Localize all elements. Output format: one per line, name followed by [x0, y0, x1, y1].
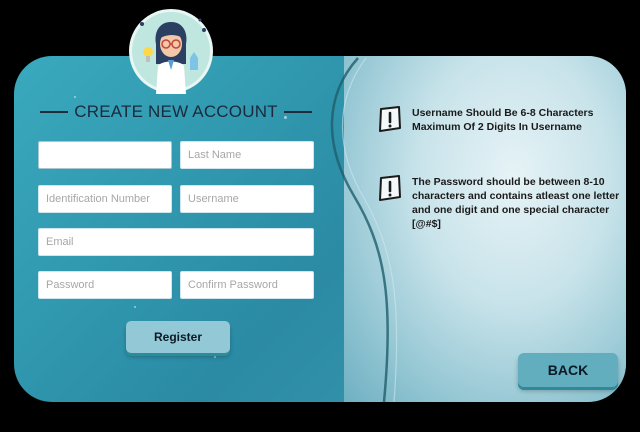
- background-speck: [74, 96, 76, 98]
- username-rule-text: Username Should Be 6-8 Characters Maximu…: [412, 107, 594, 133]
- register-button[interactable]: Register: [126, 321, 230, 353]
- form-title-row: CREATE NEW ACCOUNT: [40, 100, 312, 124]
- background-speck: [134, 306, 136, 308]
- title-divider-right: [283, 111, 312, 113]
- background-speck: [214, 356, 216, 358]
- identification-number-input[interactable]: [38, 185, 172, 213]
- title-divider-left: [40, 111, 69, 113]
- email-input[interactable]: [38, 228, 314, 256]
- first-name-input[interactable]: [38, 141, 172, 169]
- password-rule-note: The Password should be between 8-10 char…: [378, 175, 640, 231]
- username-input[interactable]: [180, 185, 314, 213]
- exclamation-icon: [379, 175, 401, 201]
- confirm-password-input[interactable]: [180, 271, 314, 299]
- exclamation-icon: [379, 106, 401, 132]
- scientist-avatar-icon: [129, 9, 213, 94]
- password-rule-text: The Password should be between 8-10 char…: [412, 176, 620, 230]
- username-rule-note: Username Should Be 6-8 Characters Maximu…: [378, 106, 640, 134]
- password-input[interactable]: [38, 271, 172, 299]
- back-button[interactable]: BACK: [518, 353, 618, 387]
- last-name-input[interactable]: [180, 141, 314, 169]
- page-title: CREATE NEW ACCOUNT: [74, 102, 278, 121]
